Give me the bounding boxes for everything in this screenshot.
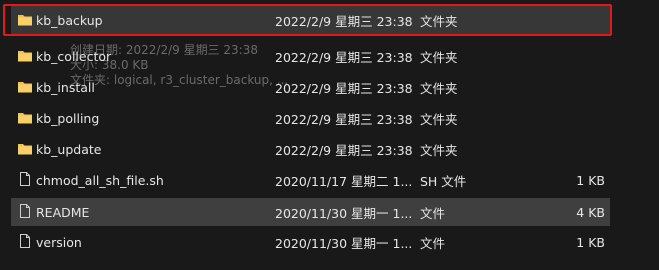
list-item-kb-polling[interactable]: kb_polling 2022/2/9 星期三 23:38 文件夹 [11, 104, 610, 132]
file-icon [17, 204, 33, 219]
file-icon [17, 234, 33, 249]
folder-icon [17, 49, 33, 63]
folder-icon [17, 111, 33, 125]
file-size: 4 KB [576, 204, 605, 220]
file-name: kb_install [36, 79, 95, 95]
file-date: 2020/11/30 星期一 1... [275, 235, 413, 251]
folder-icon [17, 13, 33, 27]
file-list: 创建日期: 2022/2/9 星期三 23:38 大小: 38.0 KB 文件夹… [0, 0, 659, 270]
file-name: kb_collector [36, 48, 112, 64]
file-date: 2022/2/9 星期三 23:38 [275, 49, 413, 65]
file-name: kb_update [36, 141, 102, 157]
file-icon [17, 172, 33, 187]
file-size: 1 KB [576, 234, 605, 250]
file-date: 2022/2/9 星期三 23:38 [275, 13, 413, 29]
file-name: kb_polling [36, 110, 100, 126]
list-item-kb-update[interactable]: kb_update 2022/2/9 星期三 23:38 文件夹 [11, 135, 610, 163]
file-type: SH 文件 [420, 173, 467, 189]
list-item-readme[interactable]: README 2020/11/30 星期一 1... 文件 4 KB [11, 198, 610, 226]
file-type: 文件 [420, 205, 446, 221]
file-type: 文件夹 [420, 111, 458, 127]
list-item-version[interactable]: version 2020/11/30 星期一 1... 文件 1 KB [11, 228, 610, 256]
folder-icon [17, 80, 33, 94]
file-type: 文件夹 [420, 49, 458, 65]
file-name: kb_backup [36, 12, 103, 28]
file-name: README [36, 204, 90, 220]
file-date: 2022/2/9 星期三 23:38 [275, 142, 413, 158]
file-name: chmod_all_sh_file.sh [36, 172, 164, 188]
folder-icon [17, 142, 33, 156]
file-type: 文件夹 [420, 142, 458, 158]
file-date: 2020/11/17 星期二 1... [275, 173, 413, 189]
file-type: 文件夹 [420, 80, 458, 96]
list-item-chmod-all-sh-file[interactable]: chmod_all_sh_file.sh 2020/11/17 星期二 1...… [11, 166, 610, 194]
file-date: 2020/11/30 星期一 1... [275, 205, 413, 221]
file-date: 2022/2/9 星期三 23:38 [275, 80, 413, 96]
file-name: version [36, 234, 82, 250]
file-type: 文件夹 [420, 13, 458, 29]
list-item-kb-collector[interactable]: kb_collector 2022/2/9 星期三 23:38 文件夹 [11, 42, 610, 70]
file-type: 文件 [420, 235, 446, 251]
list-item-kb-backup[interactable]: kb_backup 2022/2/9 星期三 23:38 文件夹 [11, 6, 610, 34]
file-size: 1 KB [576, 172, 605, 188]
file-date: 2022/2/9 星期三 23:38 [275, 111, 413, 127]
list-item-kb-install[interactable]: kb_install 2022/2/9 星期三 23:38 文件夹 [11, 73, 610, 101]
